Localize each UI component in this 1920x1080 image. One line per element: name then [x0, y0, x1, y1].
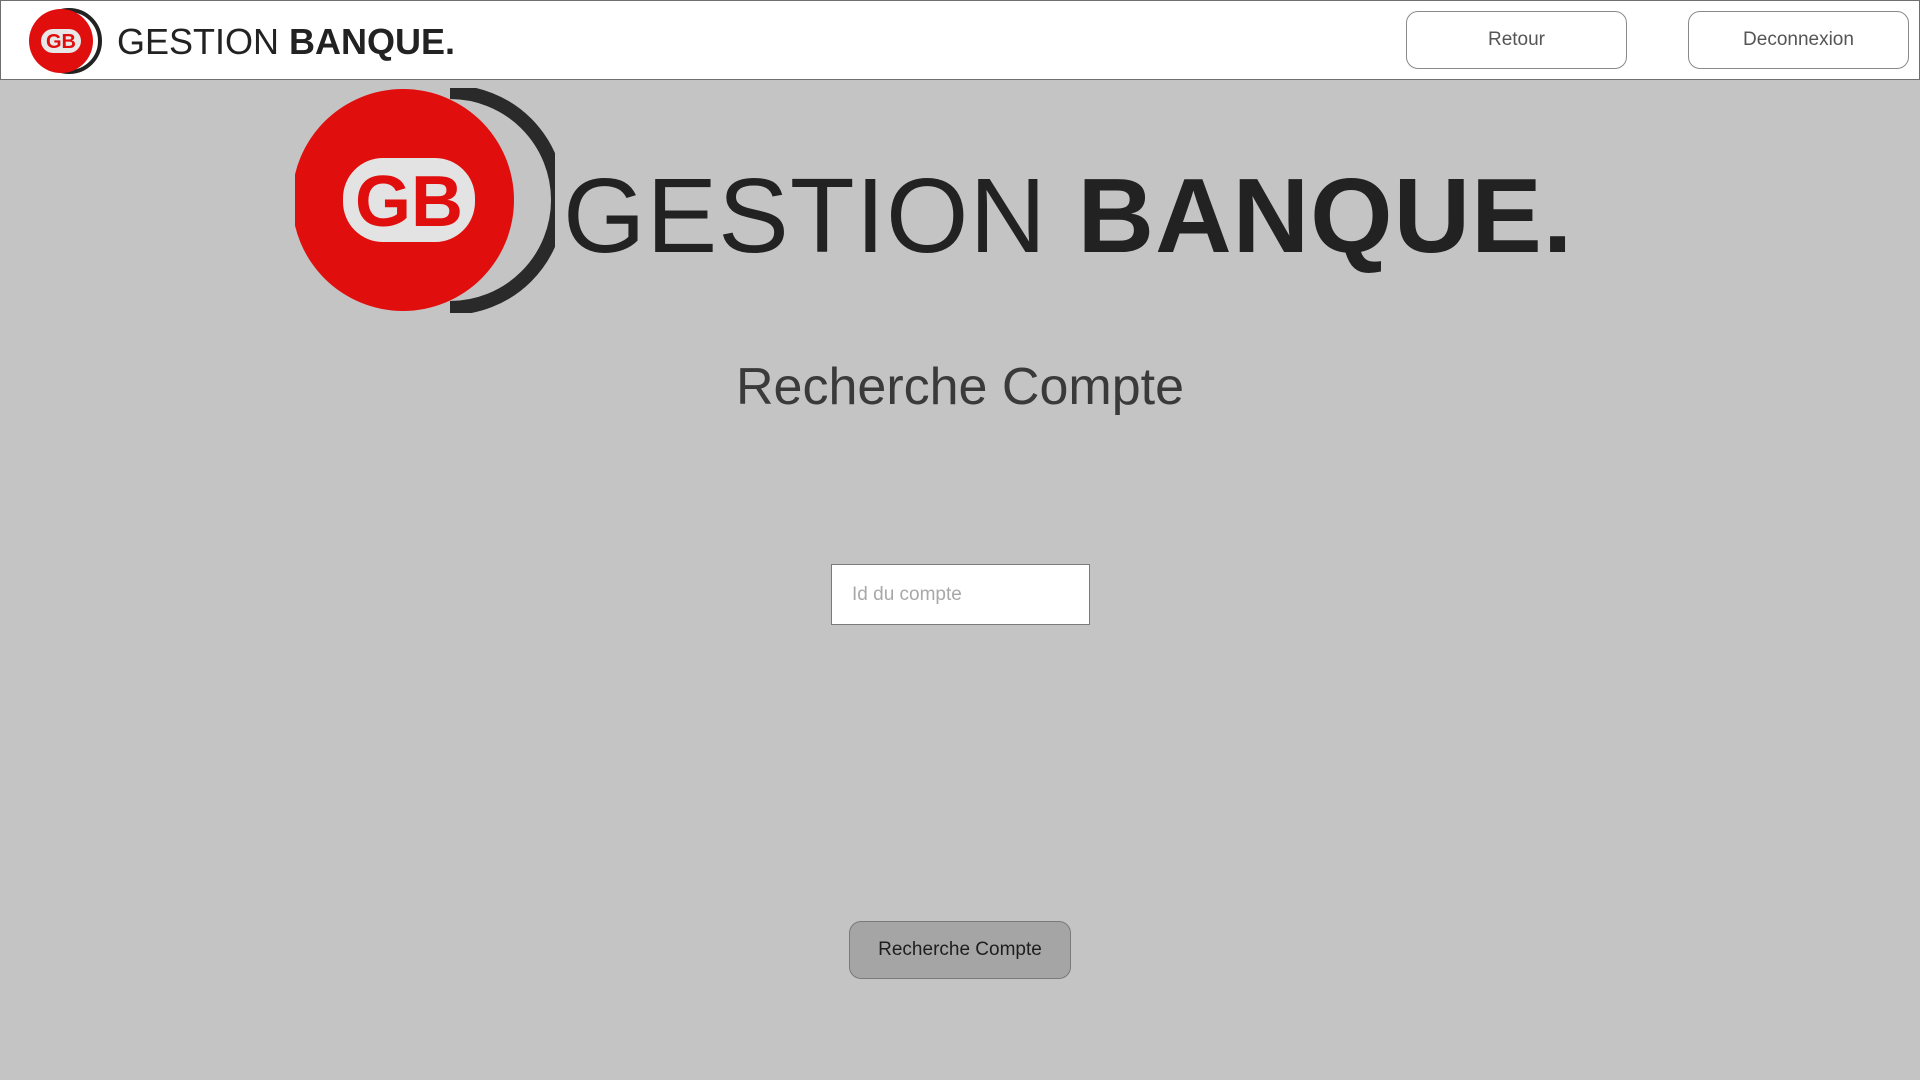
- page-title: Recherche Compte: [736, 357, 1184, 416]
- top-bar: GB GESTION BANQUE. Retour Deconnexion: [0, 0, 1920, 80]
- page: GB GESTION BANQUE. Retour Deconnexion GB…: [0, 0, 1920, 1080]
- account-id-input[interactable]: [831, 564, 1090, 625]
- svg-text:GB: GB: [355, 162, 463, 242]
- logout-button[interactable]: Deconnexion: [1688, 11, 1909, 69]
- brand-text-light: GESTION: [117, 21, 290, 62]
- hero-brand-wordmark: GESTION BANQUE.: [563, 163, 1573, 269]
- hero-brand-text-light: GESTION: [563, 157, 1078, 275]
- hero-brand-text-bold: BANQUE.: [1077, 157, 1574, 275]
- gb-logo-large-icon: GB: [292, 85, 565, 315]
- brand-text-bold: BANQUE.: [289, 21, 456, 62]
- back-button[interactable]: Retour: [1406, 11, 1627, 69]
- gb-logo-icon: GB: [27, 3, 115, 79]
- header-brand: GB GESTION BANQUE.: [27, 3, 455, 79]
- header-brand-wordmark: GESTION BANQUE.: [117, 21, 455, 63]
- search-account-button[interactable]: Recherche Compte: [849, 921, 1071, 979]
- hero-brand-logo: GB GESTION BANQUE.: [292, 85, 1575, 315]
- svg-text:GB: GB: [46, 31, 76, 53]
